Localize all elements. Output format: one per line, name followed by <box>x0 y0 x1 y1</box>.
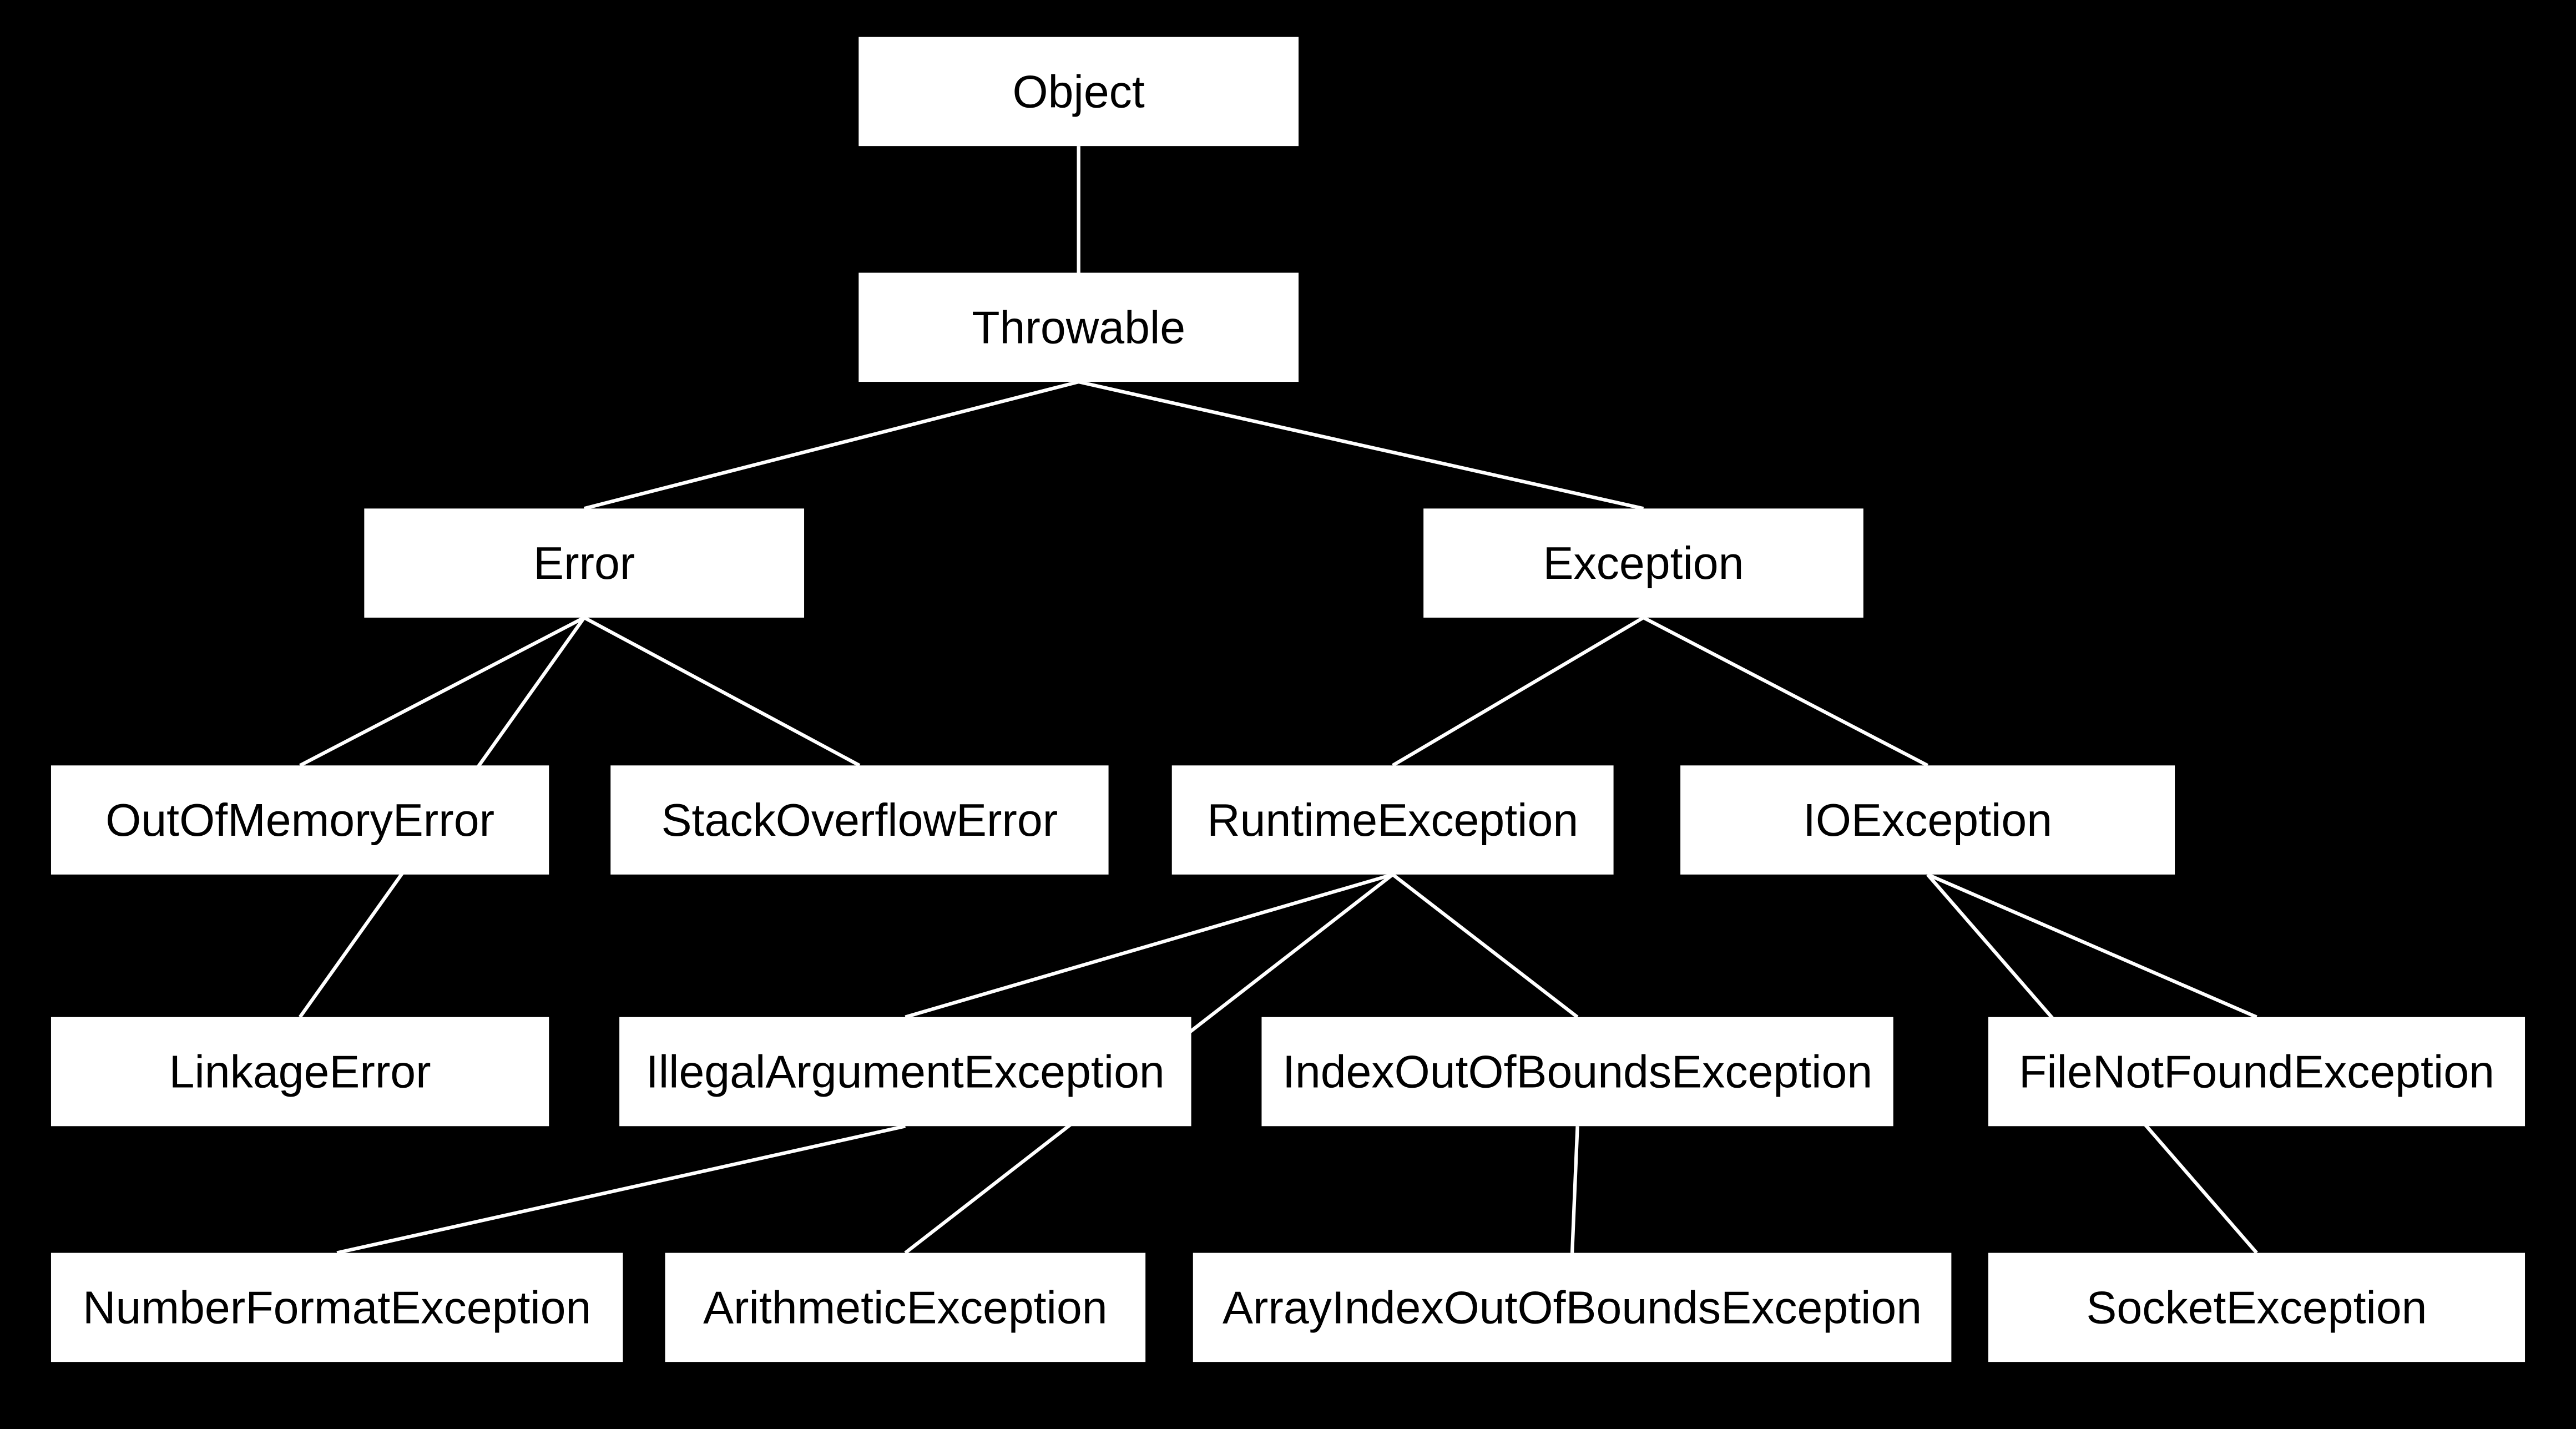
node-object: Object <box>858 37 1299 147</box>
node-throwable: Throwable <box>858 273 1299 382</box>
node-out-of-memory-error: OutOfMemoryError <box>51 765 549 875</box>
node-stack-overflow-error: StackOverflowError <box>610 765 1108 875</box>
node-arithmetic-exception: ArithmeticException <box>665 1253 1146 1362</box>
node-index-out-of-bounds-exception: IndexOutOfBoundsException <box>1261 1017 1893 1127</box>
node-number-format-exception: NumberFormatException <box>51 1253 623 1362</box>
node-illegal-argument-exception: IllegalArgumentException <box>619 1017 1191 1127</box>
node-io-exception: IOException <box>1680 765 2175 875</box>
node-socket-exception: SocketException <box>1988 1253 2525 1362</box>
node-exception: Exception <box>1423 509 1863 618</box>
node-linkage-error: LinkageError <box>51 1017 549 1127</box>
node-file-not-found-exception: FileNotFoundException <box>1988 1017 2525 1127</box>
node-runtime-exception: RuntimeException <box>1172 765 1614 875</box>
diagram-edges <box>0 0 2576 1429</box>
node-array-index-out-of-bounds-exception: ArrayIndexOutOfBoundsException <box>1193 1253 1952 1362</box>
node-error: Error <box>364 509 804 618</box>
diagram-canvas: Object Throwable Error Exception OutOfMe… <box>0 0 2576 1429</box>
